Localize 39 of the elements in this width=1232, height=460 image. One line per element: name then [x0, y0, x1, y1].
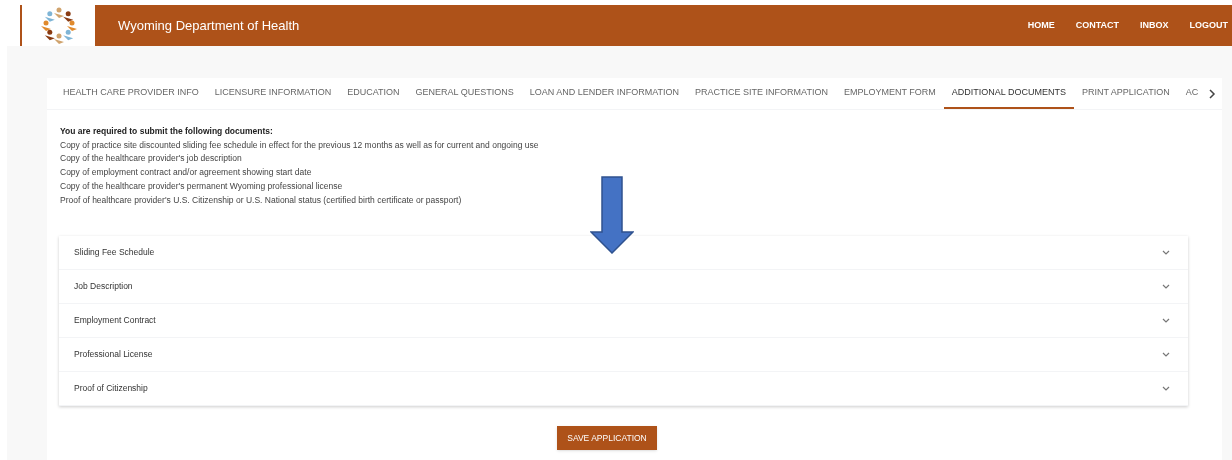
tab[interactable]: AC	[1177, 85, 1207, 109]
accordion-item[interactable]: Proof of Citizenship	[59, 372, 1188, 407]
instructions-heading: You are required to submit the following documents:	[60, 125, 274, 138]
site-title: Wyoming Department of Health	[118, 16, 300, 35]
accordion-label: Employment Contract	[74, 314, 156, 328]
chevron-down-icon	[1162, 352, 1170, 358]
tab[interactable]: LICENSURE INFORMATION	[206, 85, 340, 109]
document-requirement: Proof of healthcare provider's U.S. Citizenship or U.S. National status (certified birth certificate or passport)	[60, 193, 463, 207]
document-requirement: Copy of employment contract and/or agreement showing start date	[60, 166, 313, 180]
nav-link[interactable]: LOGOUT	[1189, 18, 1228, 33]
accordion-label: Sliding Fee Schedule	[74, 246, 155, 260]
accordion-label: Professional License	[74, 348, 153, 362]
document-requirement: Copy of practice site discounted sliding fee schedule in effect for the previous 12 months as well as for current and ongoing use	[60, 138, 540, 152]
tab[interactable]: ADDITIONAL DOCUMENTS	[943, 85, 1074, 109]
tab[interactable]: PRACTICE SITE INFORMATION	[687, 85, 836, 109]
document-requirement: Copy of the healthcare provider's permanent Wyoming professional license	[60, 179, 344, 193]
tab[interactable]: PRINT APPLICATION	[1073, 85, 1178, 109]
accordion-item[interactable]: Job Description	[59, 270, 1188, 305]
tab[interactable]: HEALTH CARE PROVIDER INFO	[55, 85, 207, 109]
tab[interactable]: LOAN AND LENDER INFORMATION	[521, 85, 688, 109]
tab[interactable]: EMPLOYMENT FORM	[835, 85, 944, 109]
tab[interactable]: GENERAL QUESTIONS	[407, 85, 522, 109]
accordion-item[interactable]: Professional License	[59, 338, 1188, 373]
accordion-item[interactable]: Employment Contract	[59, 304, 1188, 339]
chevron-down-icon	[1162, 318, 1170, 324]
chevron-right-icon[interactable]	[1208, 89, 1217, 99]
nav-link[interactable]: INBOX	[1140, 18, 1169, 33]
save-application-button[interactable]: SAVE APPLICATION	[557, 426, 657, 451]
nav-link[interactable]: HOME	[1027, 18, 1055, 33]
accordion-label: Proof of Citizenship	[74, 382, 148, 396]
accordion-label: Job Description	[74, 280, 133, 294]
chevron-down-icon	[1162, 386, 1170, 392]
document-requirement: Copy of the healthcare provider's job description	[60, 152, 243, 166]
down-arrow-icon	[590, 176, 634, 254]
chevron-down-icon	[1162, 284, 1170, 290]
chevron-down-icon	[1162, 250, 1170, 256]
nav-link[interactable]: CONTACT	[1075, 18, 1119, 33]
accordion-item[interactable]: Sliding Fee Schedule	[59, 236, 1188, 271]
tab[interactable]: EDUCATION	[339, 85, 408, 109]
